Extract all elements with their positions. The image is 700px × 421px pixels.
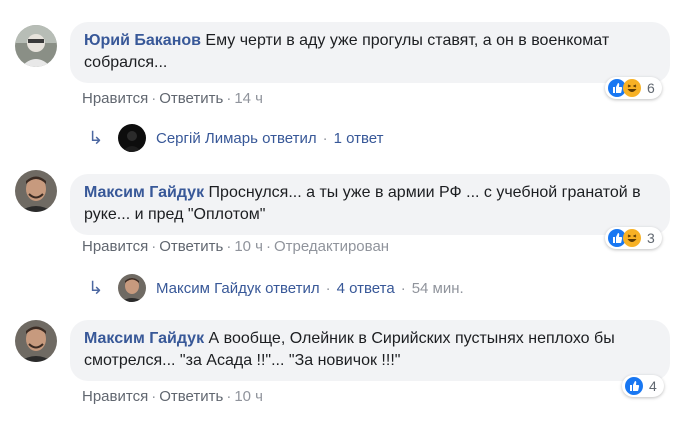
- haha-icon: [623, 229, 641, 247]
- reply-avatar: [118, 124, 146, 152]
- comment-actions: Нравится · Ответить · 10 ч: [82, 388, 263, 405]
- reply-avatar: [118, 274, 146, 302]
- reply-link[interactable]: Ответить: [159, 388, 223, 405]
- reply-time[interactable]: 54 мин.: [412, 280, 464, 297]
- comment-time[interactable]: 10 ч: [234, 388, 263, 405]
- replies-row[interactable]: ↳ Сергій Лимарь ответил · 1 ответ: [88, 124, 384, 152]
- comment-author[interactable]: Максим Гайдук: [84, 330, 204, 347]
- reactions-count: 6: [647, 80, 655, 96]
- like-icon: [625, 377, 643, 395]
- reactions-count: 3: [647, 230, 655, 246]
- reactions-badge[interactable]: 4: [622, 375, 664, 397]
- reply-link[interactable]: Ответить: [159, 238, 223, 255]
- comment-author[interactable]: Юрий Баканов: [84, 32, 201, 49]
- reply-count[interactable]: 1 ответ: [334, 130, 384, 147]
- reply-link[interactable]: Ответить: [159, 90, 223, 107]
- reply-arrow-icon: ↳: [88, 127, 104, 148]
- avatar[interactable]: [15, 25, 57, 67]
- like-link[interactable]: Нравится: [82, 90, 148, 107]
- like-link[interactable]: Нравится: [82, 238, 148, 255]
- avatar[interactable]: [15, 320, 57, 362]
- reactions-badge[interactable]: 3: [605, 227, 662, 249]
- like-link[interactable]: Нравится: [82, 388, 148, 405]
- comment-time[interactable]: 10 ч: [234, 238, 263, 255]
- comment-bubble: Максим Гайдук А вообще, Олейник в Сирийс…: [70, 320, 670, 381]
- reply-arrow-icon: ↳: [88, 277, 104, 298]
- comment-bubble: Юрий Баканов Ему черти в аду уже прогулы…: [70, 22, 670, 83]
- comment-actions: Нравится · Ответить · 14 ч: [82, 90, 263, 107]
- comment-time[interactable]: 14 ч: [234, 90, 263, 107]
- reply-count[interactable]: 4 ответа: [337, 280, 395, 297]
- comment-bubble: Максим Гайдук Проснулся... а ты уже в ар…: [70, 174, 670, 235]
- edited-label[interactable]: Отредактирован: [274, 238, 389, 255]
- reply-author[interactable]: Сергій Лимарь ответил: [156, 130, 317, 147]
- comment-actions: Нравится · Ответить · 10 ч · Отредактирован: [82, 238, 390, 255]
- avatar[interactable]: [15, 170, 57, 212]
- reactions-count: 4: [649, 378, 657, 394]
- replies-row[interactable]: ↳ Максим Гайдук ответил · 4 ответа · 54 …: [88, 274, 464, 302]
- haha-icon: [623, 79, 641, 97]
- reactions-badge[interactable]: 6: [605, 77, 662, 99]
- comment-author[interactable]: Максим Гайдук: [84, 184, 204, 201]
- reply-author[interactable]: Максим Гайдук ответил: [156, 280, 320, 297]
